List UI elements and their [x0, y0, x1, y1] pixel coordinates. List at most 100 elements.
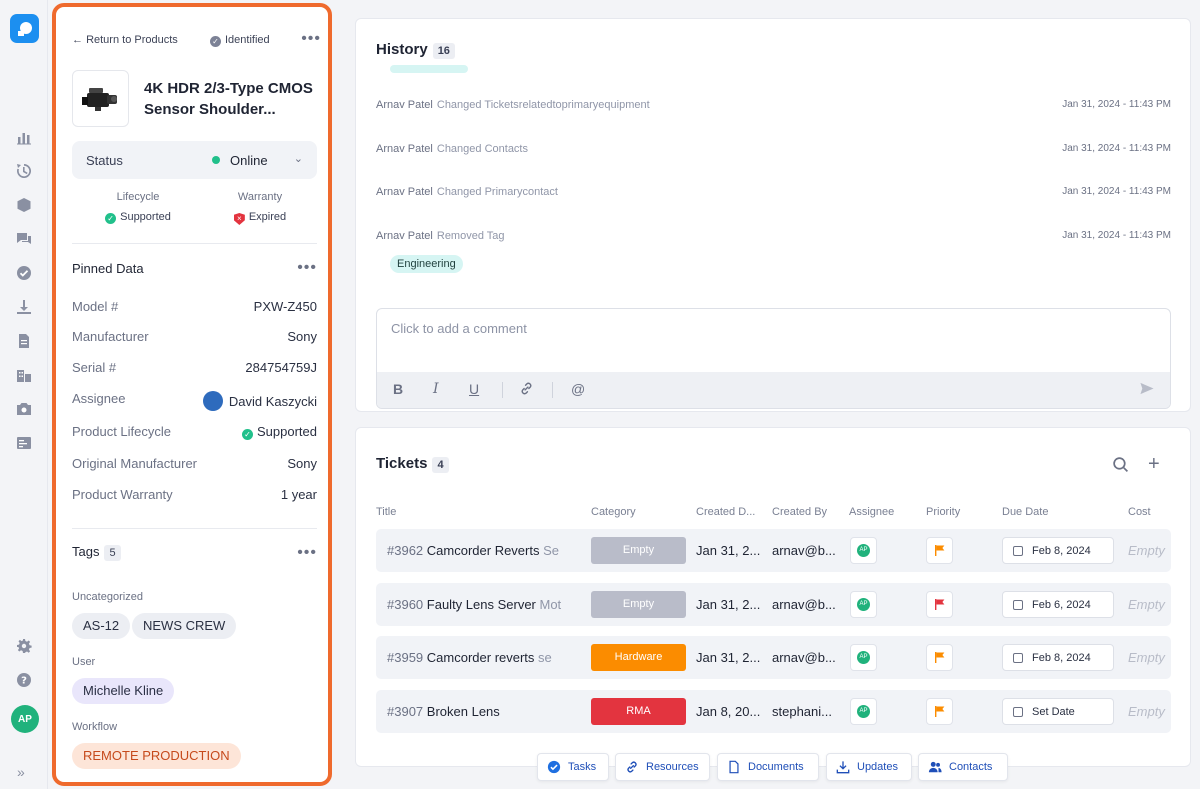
due-date-picker[interactable]: Set Date	[1002, 698, 1114, 725]
priority-button[interactable]	[926, 698, 953, 725]
category-badge[interactable]: Hardware	[591, 644, 686, 671]
comment-box[interactable]: Click to add a comment B I U @	[376, 308, 1171, 409]
priority-button[interactable]	[926, 644, 953, 671]
contacts-icon	[928, 761, 942, 773]
chat-icon[interactable]	[15, 230, 33, 248]
dock-tasks-button[interactable]: Tasks	[537, 753, 609, 781]
mention-icon[interactable]: @	[571, 381, 585, 397]
column-header[interactable]: Priority	[926, 506, 960, 518]
column-header[interactable]: Created D...	[696, 506, 755, 518]
toolbar-separator	[552, 382, 553, 398]
history-time: Jan 31, 2024 - 11:43 PM	[1062, 186, 1171, 197]
ticket-title-overflow: Mot	[535, 597, 562, 612]
dock-documents-button[interactable]: Documents	[717, 753, 819, 781]
calendar-icon	[1013, 600, 1023, 610]
add-ticket-icon[interactable]: +	[1148, 453, 1160, 476]
history-icon[interactable]	[15, 162, 33, 180]
expand-rail-icon[interactable]: »	[17, 764, 25, 780]
ticket-number: #3962	[387, 543, 424, 558]
return-to-products-link[interactable]: ← Return to Products	[72, 34, 178, 46]
box-icon[interactable]	[15, 196, 33, 214]
priority-button[interactable]	[926, 591, 953, 618]
assignee-name: David Kaszycki	[228, 394, 317, 409]
column-header[interactable]: Title	[376, 506, 396, 518]
camera-icon[interactable]	[15, 400, 33, 418]
send-icon[interactable]	[1139, 381, 1155, 399]
field-key: Model #	[72, 299, 119, 314]
tag-chip[interactable]: REMOTE PRODUCTION	[72, 743, 241, 769]
due-date-value: Set Date	[1032, 706, 1075, 718]
column-header[interactable]: Cost	[1128, 506, 1151, 518]
divider	[72, 243, 317, 244]
check-circle-icon[interactable]	[15, 264, 33, 282]
due-date-picker[interactable]: Feb 8, 2024	[1002, 537, 1114, 564]
created-date: Jan 31, 2...	[696, 597, 761, 612]
pinned-field-manufacturer: Manufacturer Sony	[72, 329, 317, 349]
history-user: Arnav Patel	[376, 186, 433, 198]
underline-icon[interactable]: U	[469, 381, 479, 397]
ticket-title-overflow: Se	[539, 543, 559, 558]
comment-toolbar: B I U @	[377, 372, 1170, 408]
ticket-row[interactable]: #3907 Broken Lens RMA Jan 8, 20... steph…	[376, 690, 1171, 733]
download-icon[interactable]	[15, 298, 33, 316]
user-avatar[interactable]: AP	[11, 705, 39, 733]
assignee-avatar[interactable]: AP	[850, 644, 877, 671]
dock-updates-button[interactable]: Updates	[826, 753, 912, 781]
field-key: Product Warranty	[72, 487, 173, 502]
history-row: Arnav Patel Changed Contacts Jan 31, 2024 …	[376, 143, 1171, 155]
form-icon[interactable]	[15, 434, 33, 452]
status-dropdown[interactable]: Status Online ⌄	[72, 141, 317, 179]
ticket-row[interactable]: #3960 Faulty Lens Server Mot Empty Jan 3…	[376, 583, 1171, 626]
history-title: History 16	[376, 41, 455, 59]
more-options-icon[interactable]: •••	[301, 30, 321, 48]
italic-icon[interactable]: I	[433, 381, 439, 397]
app-logo[interactable]	[10, 14, 39, 43]
link-icon	[627, 761, 637, 773]
ticket-row[interactable]: #3962 Camcorder Reverts Se Empty Jan 31,…	[376, 529, 1171, 572]
gear-icon[interactable]	[15, 637, 33, 655]
field-key: Original Manufacturer	[72, 456, 197, 471]
ticket-number: #3907	[387, 704, 424, 719]
due-date-picker[interactable]: Feb 8, 2024	[1002, 644, 1114, 671]
dock-resources-button[interactable]: Resources	[615, 753, 710, 781]
dock-contacts-button[interactable]: Contacts	[918, 753, 1008, 781]
column-header[interactable]: Category	[591, 506, 636, 518]
pinned-field-serial: Serial # 284754759J	[72, 360, 317, 380]
pinned-more-icon[interactable]: •••	[297, 259, 317, 277]
tag-chip[interactable]: AS-12	[72, 613, 131, 639]
category-badge[interactable]: Empty	[591, 537, 686, 564]
ticket-row[interactable]: #3959 Camcorder reverts se Hardware Jan …	[376, 636, 1171, 679]
building-icon[interactable]	[15, 366, 33, 384]
tag-chip[interactable]: NEWS CREW	[132, 613, 237, 639]
search-icon[interactable]	[1112, 456, 1129, 478]
help-icon[interactable]: ?	[15, 671, 33, 689]
priority-button[interactable]	[926, 537, 953, 564]
svg-text:?: ?	[21, 676, 27, 687]
assignee-avatar[interactable]: AP	[850, 537, 877, 564]
column-header[interactable]: Due Date	[1002, 506, 1048, 518]
cost-value[interactable]: Empty	[1128, 650, 1165, 665]
assignee-avatar[interactable]: AP	[850, 591, 877, 618]
tags-more-icon[interactable]: •••	[297, 544, 317, 562]
analytics-icon[interactable]	[15, 128, 33, 146]
field-value: 1 year	[280, 487, 317, 502]
assignee-avatar	[202, 391, 223, 411]
bold-icon[interactable]: B	[393, 381, 403, 397]
category-badge[interactable]: Empty	[591, 591, 686, 618]
cost-value[interactable]: Empty	[1128, 597, 1165, 612]
document-icon[interactable]	[15, 332, 33, 350]
cost-value[interactable]: Empty	[1128, 704, 1165, 719]
column-header[interactable]: Created By	[772, 506, 827, 518]
document-icon	[729, 760, 739, 774]
cost-value[interactable]: Empty	[1128, 543, 1165, 558]
ticket-number: #3960	[387, 597, 424, 612]
flag-icon	[934, 599, 944, 610]
category-badge[interactable]: RMA	[591, 698, 686, 725]
pinned-field-orig-manufacturer: Original Manufacturer Sony	[72, 456, 317, 476]
assignee-avatar[interactable]: AP	[850, 698, 877, 725]
due-date-picker[interactable]: Feb 6, 2024	[1002, 591, 1114, 618]
tag-chip[interactable]: Michelle Kline	[72, 678, 175, 704]
link-icon[interactable]	[519, 381, 534, 399]
column-header[interactable]: Assignee	[849, 506, 894, 518]
assignee-value[interactable]: David Kaszycki	[202, 391, 317, 411]
